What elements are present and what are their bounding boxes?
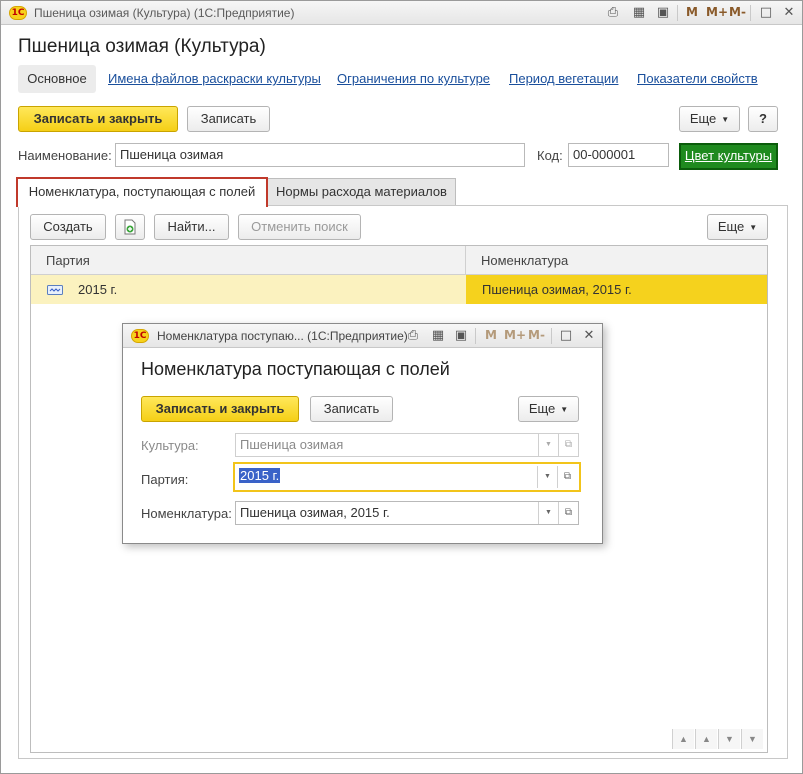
cell-batch: 2015 г. [78, 282, 118, 297]
nav-link-color-files[interactable]: Имена файлов раскраски культуры [108, 71, 321, 86]
tab-material-norms[interactable]: Нормы расхода материалов [267, 178, 456, 206]
chevron-down-icon: ▼ [721, 114, 730, 124]
culture-label: Культура: [141, 438, 199, 453]
nav-main-tab[interactable]: Основное [18, 65, 96, 93]
print-icon[interactable]: ⎙ [605, 5, 621, 21]
main-window: 1С Пшеница озимая (Культура) (1С:Предпри… [0, 0, 803, 774]
dialog-title-bar: 1С Номенклатура поступаю... (1С:Предприя… [123, 324, 602, 348]
find-button[interactable]: Найти... [154, 214, 229, 240]
row-item-icon [47, 285, 63, 295]
nomenclature-field[interactable]: Пшеница озимая, 2015 г. ▼ ⧉ [235, 501, 579, 525]
dialog-save-and-close-button[interactable]: Записать и закрыть [141, 396, 299, 422]
dialog-save-button[interactable]: Записать [310, 396, 393, 422]
code-field[interactable]: 00-000001 [568, 143, 669, 167]
toolbar-separator [551, 328, 552, 344]
dialog-more-button[interactable]: Еще ▼ [518, 396, 579, 422]
scroll-up-icon[interactable]: ▲ [695, 729, 717, 749]
chevron-down-icon: ▼ [560, 404, 569, 414]
dialog-window-title: Номенклатура поступаю... (1С:Предприятие… [157, 329, 408, 343]
app-logo: 1С [9, 6, 27, 20]
grid-more-button[interactable]: Еще ▼ [707, 214, 768, 240]
code-label: Код: [537, 148, 563, 163]
cell-nomenclature-selected: Пшеница озимая, 2015 г. [466, 275, 767, 304]
close-icon[interactable]: ✕ [581, 328, 597, 344]
name-field[interactable]: Пшеница озимая [115, 143, 525, 167]
print-icon[interactable]: ⎙ [405, 328, 421, 344]
dialog-heading: Номенклатура поступающая с полей [141, 359, 450, 379]
calendar-icon[interactable]: ▣ [655, 5, 671, 21]
culture-color-button[interactable]: Цвет культуры [679, 143, 778, 170]
memory-m-plus-button[interactable]: M+ [504, 328, 526, 342]
maximize-icon[interactable]: □ [758, 5, 774, 21]
page-title: Пшеница озимая (Культура) [18, 36, 266, 57]
create-button[interactable]: Создать [30, 214, 106, 240]
toolbar-separator [677, 5, 678, 21]
nomenclature-value: Пшеница озимая, 2015 г. [240, 505, 390, 520]
column-header-nomenclature[interactable]: Номенклатура [481, 246, 568, 275]
calculator-icon[interactable]: ▦ [631, 5, 647, 21]
memory-m-button[interactable]: M [686, 5, 698, 19]
dialog-more-label: Еще [528, 401, 556, 416]
chevron-down-icon[interactable]: ▼ [537, 466, 557, 488]
cancel-search-button[interactable]: Отменить поиск [238, 214, 361, 240]
save-button[interactable]: Записать [187, 106, 270, 132]
table-header: Партия Номенклатура [31, 246, 767, 275]
add-file-button[interactable] [115, 214, 145, 240]
memory-m-button[interactable]: M [485, 328, 497, 342]
memory-m-minus-button[interactable]: M- [729, 5, 746, 19]
culture-field: Пшеница озимая ▼ ⧉ [235, 433, 579, 457]
nomenclature-label: Номенклатура: [141, 506, 232, 521]
chevron-down-icon: ▼ [749, 222, 758, 232]
column-header-batch[interactable]: Партия [46, 246, 90, 275]
grid-more-label: Еще [717, 219, 745, 234]
calculator-icon[interactable]: ▦ [430, 328, 446, 344]
dialog-app-logo: 1С [131, 329, 149, 343]
nav-link-vegetation-period[interactable]: Период вегетации [509, 71, 618, 86]
nomenclature-dialog: 1С Номенклатура поступаю... (1С:Предприя… [122, 323, 603, 544]
scroll-bottom-icon[interactable]: ▼ [741, 729, 763, 749]
nav-link-property-indicators[interactable]: Показатели свойств [637, 71, 758, 86]
tab-nomenclature-from-fields[interactable]: Номенклатура, поступающая с полей [16, 177, 268, 207]
help-button[interactable]: ? [748, 106, 778, 132]
batch-value: 2015 г. [239, 468, 281, 483]
memory-m-plus-button[interactable]: M+ [706, 5, 728, 19]
batch-field[interactable]: 2015 г. ▼ ⧉ [233, 462, 581, 492]
open-icon[interactable]: ⧉ [557, 466, 577, 488]
open-icon: ⧉ [558, 434, 578, 456]
column-divider [465, 246, 466, 275]
scroll-top-icon[interactable]: ▲ [672, 729, 694, 749]
more-button-label: Еще [689, 111, 717, 126]
table-row[interactable]: 2015 г. Пшеница озимая, 2015 г. [31, 275, 767, 304]
calendar-icon[interactable]: ▣ [453, 328, 469, 344]
name-label: Наименование: [18, 148, 112, 163]
close-icon[interactable]: ✕ [781, 5, 797, 21]
window-title: Пшеница озимая (Культура) (1С:Предприяти… [34, 6, 295, 20]
batch-label: Партия: [141, 472, 189, 487]
toolbar-separator [750, 5, 751, 21]
chevron-down-icon[interactable]: ▼ [538, 502, 558, 524]
scroll-down-icon[interactable]: ▼ [718, 729, 740, 749]
culture-value: Пшеница озимая [240, 437, 344, 452]
cell-nomenclature: Пшеница озимая, 2015 г. [482, 282, 632, 297]
nav-link-restrictions[interactable]: Ограничения по культуре [337, 71, 490, 86]
save-and-close-button[interactable]: Записать и закрыть [18, 106, 178, 132]
more-button[interactable]: Еще ▼ [679, 106, 740, 132]
chevron-down-icon: ▼ [538, 434, 558, 456]
title-bar: 1С Пшеница озимая (Культура) (1С:Предпри… [1, 1, 802, 25]
add-file-icon [124, 219, 136, 235]
open-icon[interactable]: ⧉ [558, 502, 578, 524]
maximize-icon[interactable]: □ [558, 328, 574, 344]
toolbar-separator [475, 328, 476, 344]
memory-m-minus-button[interactable]: M- [528, 328, 545, 342]
